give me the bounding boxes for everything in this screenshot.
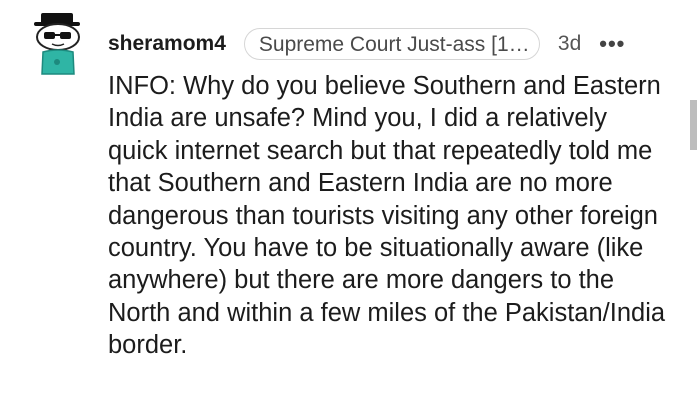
user-flair: Supreme Court Just-ass [1… — [243, 28, 540, 60]
comment-header: sheramom4 Supreme Court Just-ass [1… 3d … — [108, 26, 625, 62]
comment-body: INFO: Why do you believe Southern and Ea… — [108, 72, 666, 360]
comment-age: 3d — [557, 32, 582, 55]
username[interactable]: sheramom4 — [108, 32, 226, 56]
scrollbar[interactable] — [690, 100, 697, 150]
more-dots-icon[interactable]: ••• — [599, 31, 625, 57]
user-avatar[interactable] — [32, 12, 86, 76]
